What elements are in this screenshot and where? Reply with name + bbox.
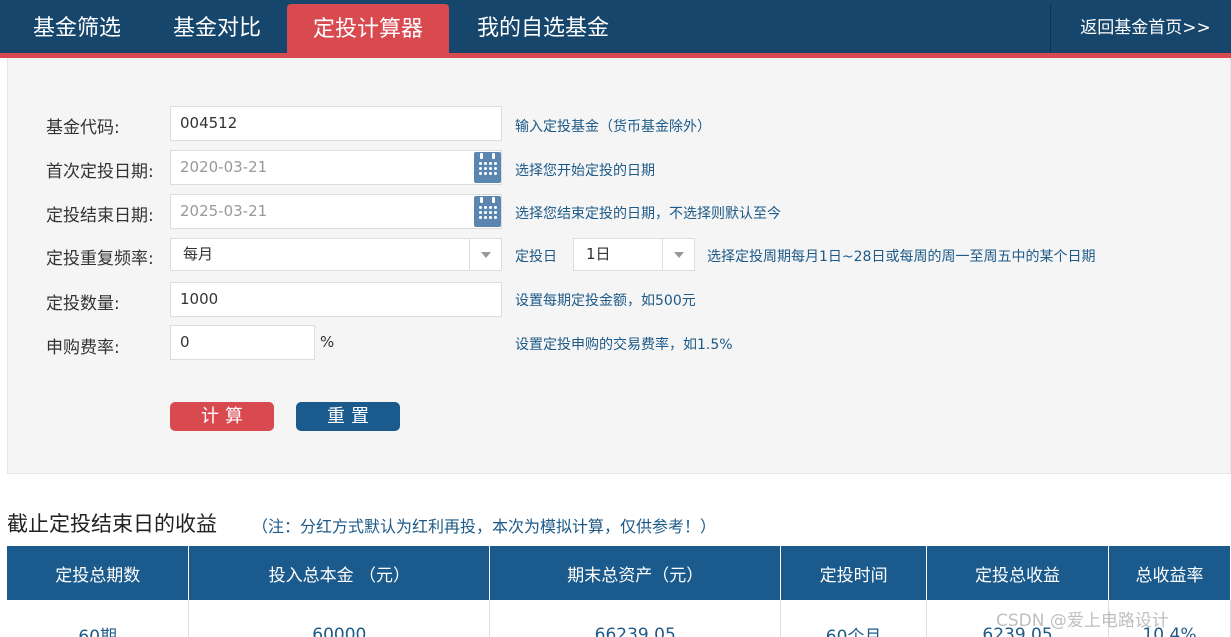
results-note: （注：分红方式默认为红利再投，本次为模拟计算，仅供参考！）	[252, 517, 717, 536]
fee-unit: %	[320, 333, 335, 351]
fee-input[interactable]: 0	[170, 325, 315, 360]
frequency-select[interactable]: 每月	[170, 238, 502, 271]
cell-final-assets: 66239.05	[489, 600, 782, 637]
fund-code-label: 基金代码:	[46, 118, 120, 138]
header-final-assets: 期末总资产（元）	[489, 546, 782, 600]
end-date-label: 定投结束日期:	[46, 206, 154, 226]
chevron-down-icon	[662, 239, 694, 270]
header-investment-duration: 定投时间	[780, 546, 928, 600]
cell-total-principal: 60000	[188, 600, 491, 637]
fee-label: 申购费率:	[46, 338, 120, 358]
start-date-label: 首次定投日期:	[46, 162, 154, 182]
calculate-button[interactable]: 计算	[170, 402, 274, 431]
header-total-periods: 定投总期数	[7, 546, 190, 600]
tab-investment-calculator[interactable]: 定投计算器	[287, 4, 449, 53]
results-title: 截止定投结束日的收益	[7, 512, 217, 536]
tab-my-watchlist[interactable]: 我的自选基金	[462, 0, 624, 53]
investment-day-label: 定投日	[515, 249, 557, 265]
tab-fund-compare[interactable]: 基金对比	[154, 0, 280, 53]
header-total-return-rate: 总收益率	[1108, 546, 1231, 600]
fund-code-input[interactable]: 004512	[170, 106, 502, 141]
chevron-down-icon	[469, 239, 501, 270]
frequency-label: 定投重复频率:	[46, 249, 154, 269]
reset-button[interactable]: 重置	[296, 402, 400, 431]
header-total-profit: 定投总收益	[926, 546, 1109, 600]
cell-total-periods: 60期	[7, 600, 190, 637]
calendar-icon[interactable]	[474, 152, 501, 183]
calendar-icon[interactable]	[474, 196, 501, 227]
cell-investment-duration: 60个月	[780, 600, 928, 637]
amount-label: 定投数量:	[46, 294, 120, 314]
amount-input[interactable]: 1000	[170, 282, 502, 317]
nav-divider	[1050, 4, 1051, 53]
watermark: CSDN @爱上电路设计	[996, 611, 1169, 631]
start-date-hint: 选择您开始定投的日期	[515, 163, 655, 179]
tab-fund-filter[interactable]: 基金筛选	[14, 0, 140, 53]
end-date-input[interactable]: 2025-03-21	[170, 194, 502, 229]
back-to-home-link[interactable]: 返回基金首页>>	[1060, 0, 1231, 53]
end-date-hint: 选择您结束定投的日期，不选择则默认至今	[515, 206, 781, 222]
amount-hint: 设置每期定投金额，如500元	[515, 293, 696, 309]
header-total-principal: 投入总本金 （元）	[188, 546, 491, 600]
fee-hint: 设置定投申购的交易费率，如1.5%	[515, 337, 733, 353]
investment-day-value: 1日	[586, 245, 611, 263]
table-header-row: 定投总期数 投入总本金 （元） 期末总资产（元） 定投时间 定投总收益 总收益率	[7, 546, 1231, 600]
frequency-hint: 选择定投周期每月1日~28日或每周的周一至周五中的某个日期	[707, 249, 1096, 265]
frequency-value: 每月	[183, 245, 214, 263]
start-date-input[interactable]: 2020-03-21	[170, 150, 502, 185]
investment-day-select[interactable]: 1日	[573, 238, 695, 271]
top-nav: 基金筛选 基金对比 定投计算器 我的自选基金 返回基金首页>>	[0, 0, 1231, 53]
fund-code-hint: 输入定投基金（货币基金除外）	[515, 119, 711, 135]
